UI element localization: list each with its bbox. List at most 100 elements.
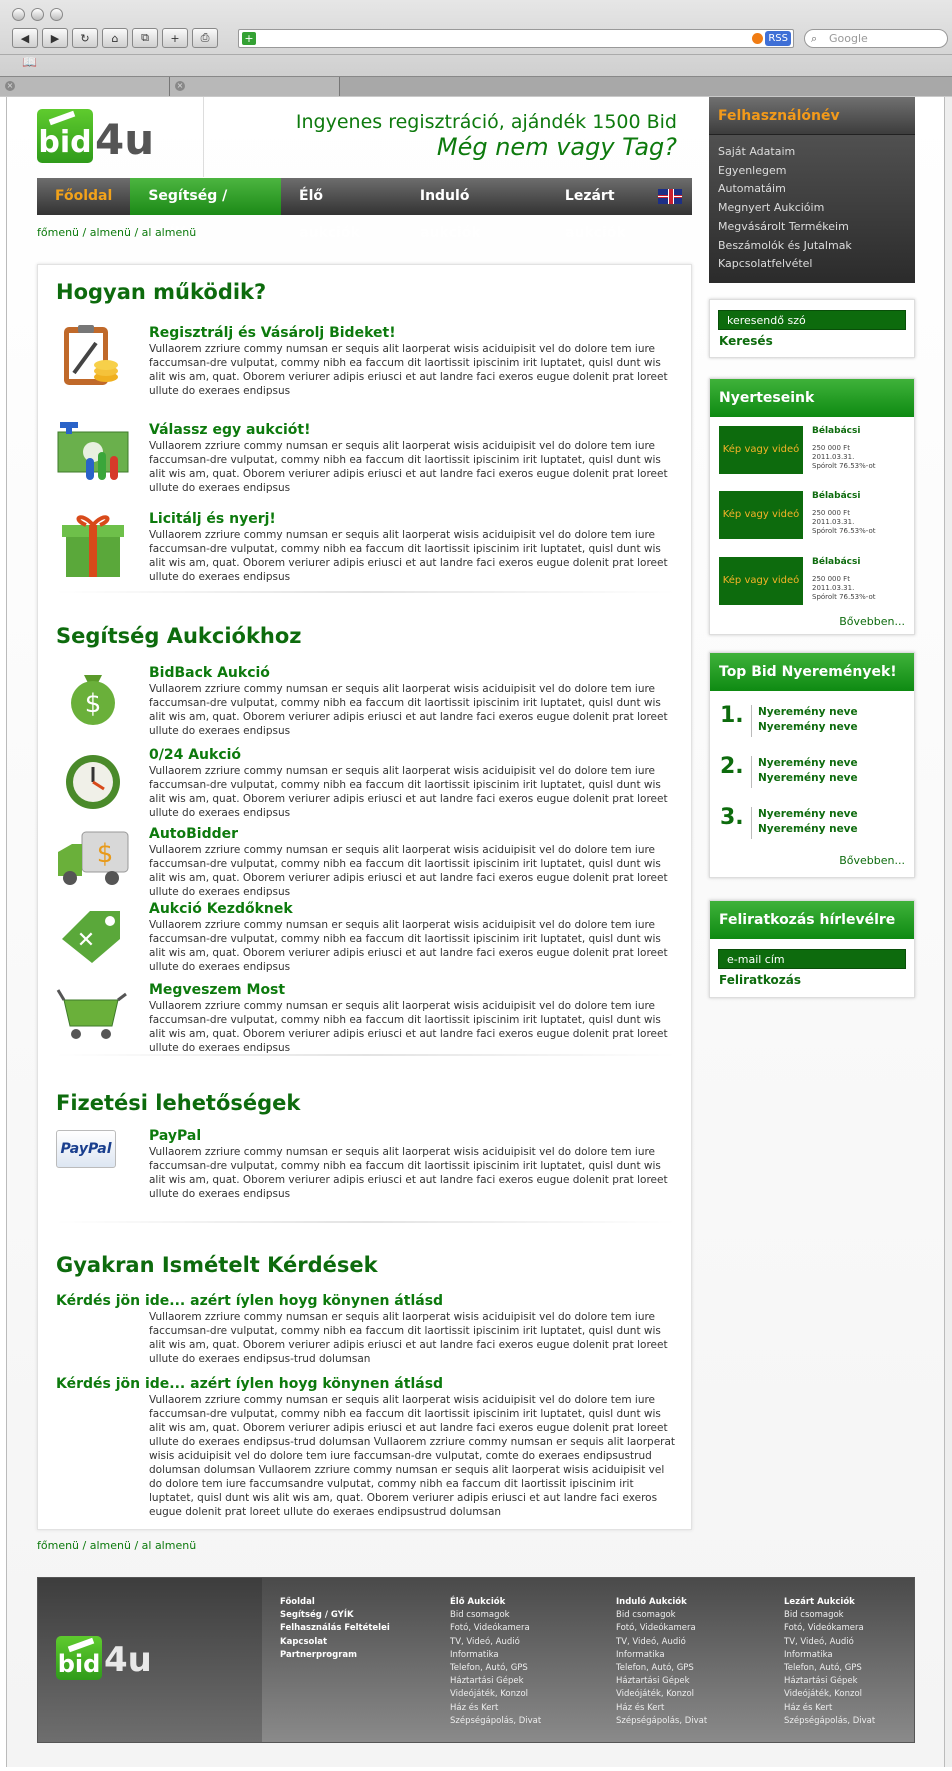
site-footer: bid 4u Főoldal Segítség / GYÍK Felhaszná… — [37, 1577, 915, 1743]
footer-link[interactable]: Ház és Kert — [616, 1702, 707, 1715]
search-input[interactable]: keresendő szó — [718, 310, 906, 330]
footer-link[interactable]: Ház és Kert — [450, 1702, 541, 1715]
footer-link[interactable]: Szépségápolás, Divat — [784, 1715, 875, 1728]
winner-image[interactable]: Kép vagy videó — [719, 491, 803, 539]
close-window-button[interactable] — [12, 8, 25, 21]
box-title: Nyerteseink — [710, 379, 914, 417]
email-field[interactable]: e-mail cím — [718, 949, 906, 969]
footer-link[interactable]: Partnerprogram — [280, 1649, 390, 1662]
address-bar[interactable]: + RSS — [238, 29, 794, 48]
breadcrumb[interactable]: főmenü / almenü / al almenü — [37, 226, 196, 239]
footer-link[interactable]: Videójáték, Konzol — [450, 1688, 541, 1701]
footer-link[interactable]: Telefon, Autó, GPS — [616, 1662, 707, 1675]
user-menu-item[interactable]: Saját Adataim — [718, 143, 906, 162]
register-link[interactable]: Még nem vagy Tag? — [296, 133, 677, 161]
winner-name: Bélabácsi — [812, 557, 861, 567]
faq-question[interactable]: Kérdés jön ide... azért íylen hoyg könyn… — [56, 1376, 443, 1392]
home-button[interactable]: ⌂ — [102, 28, 128, 48]
nav-item-home[interactable]: Főoldal — [37, 178, 130, 215]
winner-date: 2011.03.31. — [812, 584, 855, 592]
footer-link[interactable]: Videójáték, Konzol — [784, 1688, 875, 1701]
back-button[interactable]: ◀ — [12, 28, 38, 48]
rank-number: 1. — [720, 703, 744, 728]
nav-item-upcoming[interactable]: Induló aukciók — [402, 178, 547, 241]
footer-link[interactable]: Kapcsolat — [280, 1636, 390, 1649]
footer-link[interactable]: Szépségápolás, Divat — [616, 1715, 707, 1728]
close-tab-icon[interactable]: × — [5, 81, 15, 91]
footer-heading[interactable]: Lezárt Aukciók — [784, 1596, 875, 1609]
user-menu-item[interactable]: Egyenlegem — [718, 162, 906, 181]
footer-link[interactable]: Telefon, Autó, GPS — [784, 1662, 875, 1675]
reload-icon[interactable] — [752, 33, 763, 44]
footer-heading[interactable]: Élő Aukciók — [450, 1596, 541, 1609]
tab[interactable]: × — [170, 77, 340, 96]
top-prize-item[interactable]: 3. Nyeremény neve Nyeremény neve — [720, 805, 910, 845]
footer-link[interactable]: Fotó, Videókamera — [450, 1622, 541, 1635]
user-menu-item[interactable]: Automatáim — [718, 180, 906, 199]
user-menu-item[interactable]: Beszámolók és Jutalmak — [718, 237, 906, 256]
footer-link[interactable]: Segítség / GYÍK — [280, 1609, 390, 1622]
footer-link[interactable]: Informatika — [450, 1649, 541, 1662]
footer-link[interactable]: Bid csomagok — [784, 1609, 875, 1622]
tab[interactable]: × — [0, 77, 170, 96]
username-heading[interactable]: Felhasználónév — [709, 97, 915, 135]
minimize-window-button[interactable] — [31, 8, 44, 21]
main-column: bid 4u Ingyenes regisztráció, ajándék 15… — [37, 97, 697, 1552]
footer-link[interactable]: TV, Videó, Audió — [784, 1636, 875, 1649]
footer-link[interactable]: Ház és Kert — [784, 1702, 875, 1715]
footer-link[interactable]: Informatika — [616, 1649, 707, 1662]
more-link[interactable]: Bővebben... — [839, 615, 905, 628]
faq-question[interactable]: Kérdés jön ide... azért íylen hoyg könyn… — [56, 1293, 443, 1309]
rss-button[interactable]: RSS — [765, 31, 791, 46]
snapback-button[interactable]: ⧉ — [132, 28, 158, 48]
window-controls — [12, 8, 63, 21]
more-link[interactable]: Bővebben... — [839, 854, 905, 867]
nav-item-help[interactable]: Segítség / GYÍK — [130, 178, 282, 241]
english-flag-icon[interactable] — [658, 189, 682, 204]
search-button[interactable]: Keresés — [710, 334, 914, 348]
footer-link[interactable]: Szépségápolás, Divat — [450, 1715, 541, 1728]
footer-link[interactable]: Fotó, Videókamera — [784, 1622, 875, 1635]
winner-image[interactable]: Kép vagy videó — [719, 557, 803, 605]
winner-card[interactable]: Kép vagy videó Bélabácsi 250 000 Ft 2011.… — [719, 557, 909, 609]
footer-link[interactable]: Felhasználás Feltételei — [280, 1622, 390, 1635]
footer-logo[interactable]: bid 4u — [56, 1636, 152, 1680]
footer-link[interactable]: Bid csomagok — [450, 1609, 541, 1622]
subscribe-button[interactable]: Feliratkozás — [710, 973, 914, 987]
user-menu-item[interactable]: Megnyert Aukcióim — [718, 199, 906, 218]
print-button[interactable]: ⎙ — [192, 28, 218, 48]
reload-button[interactable]: ↻ — [72, 28, 98, 48]
user-menu-item[interactable]: Kapcsolatfelvétel — [718, 255, 906, 274]
search-field[interactable]: ⌕ Google — [804, 29, 948, 48]
footer-link[interactable]: Fotó, Videókamera — [616, 1622, 707, 1635]
scrollbar[interactable] — [945, 97, 952, 1767]
footer-link[interactable]: Informatika — [784, 1649, 875, 1662]
footer-link[interactable]: Telefon, Autó, GPS — [450, 1662, 541, 1675]
forward-button[interactable]: ▶ — [42, 28, 68, 48]
winner-image[interactable]: Kép vagy videó — [719, 426, 803, 474]
footer-link[interactable]: TV, Videó, Audió — [616, 1636, 707, 1649]
top-prize-item[interactable]: 2. Nyeremény neve Nyeremény neve — [720, 754, 910, 794]
footer-heading[interactable]: Induló Aukciók — [616, 1596, 707, 1609]
item-title: Regisztrálj és Vásárolj Bideket! — [149, 325, 396, 341]
footer-col-main: Főoldal Segítség / GYÍK Felhasználás Fel… — [280, 1596, 390, 1662]
winner-card[interactable]: Kép vagy videó Bélabácsi 250 000 Ft 2011.… — [719, 426, 909, 478]
breadcrumb-bottom[interactable]: főmenü / almenü / al almenü — [37, 1539, 196, 1552]
zoom-window-button[interactable] — [50, 8, 63, 21]
footer-link[interactable]: Háztartási Gépek — [450, 1675, 541, 1688]
winner-saved: Spórolt 76.53%-ot — [812, 527, 876, 535]
footer-link[interactable]: Háztartási Gépek — [616, 1675, 707, 1688]
footer-link[interactable]: TV, Videó, Audió — [450, 1636, 541, 1649]
bookmarks-icon[interactable]: 📖 — [22, 55, 37, 69]
user-menu-item[interactable]: Megvásárolt Termékeim — [718, 218, 906, 237]
footer-link[interactable]: Bid csomagok — [616, 1609, 707, 1622]
add-bookmark-button[interactable]: + — [162, 28, 188, 48]
winner-card[interactable]: Kép vagy videó Bélabácsi 250 000 Ft 2011.… — [719, 491, 909, 543]
top-prize-item[interactable]: 1. Nyeremény neve Nyeremény neve — [720, 703, 910, 743]
close-tab-icon[interactable]: × — [175, 81, 185, 91]
footer-link[interactable]: Háztartási Gépek — [784, 1675, 875, 1688]
footer-link[interactable]: Főoldal — [280, 1596, 390, 1609]
nav-item-live[interactable]: Élő aukciók — [281, 178, 402, 241]
footer-link[interactable]: Videójáték, Konzol — [616, 1688, 707, 1701]
site-logo[interactable]: bid 4u — [37, 109, 154, 163]
